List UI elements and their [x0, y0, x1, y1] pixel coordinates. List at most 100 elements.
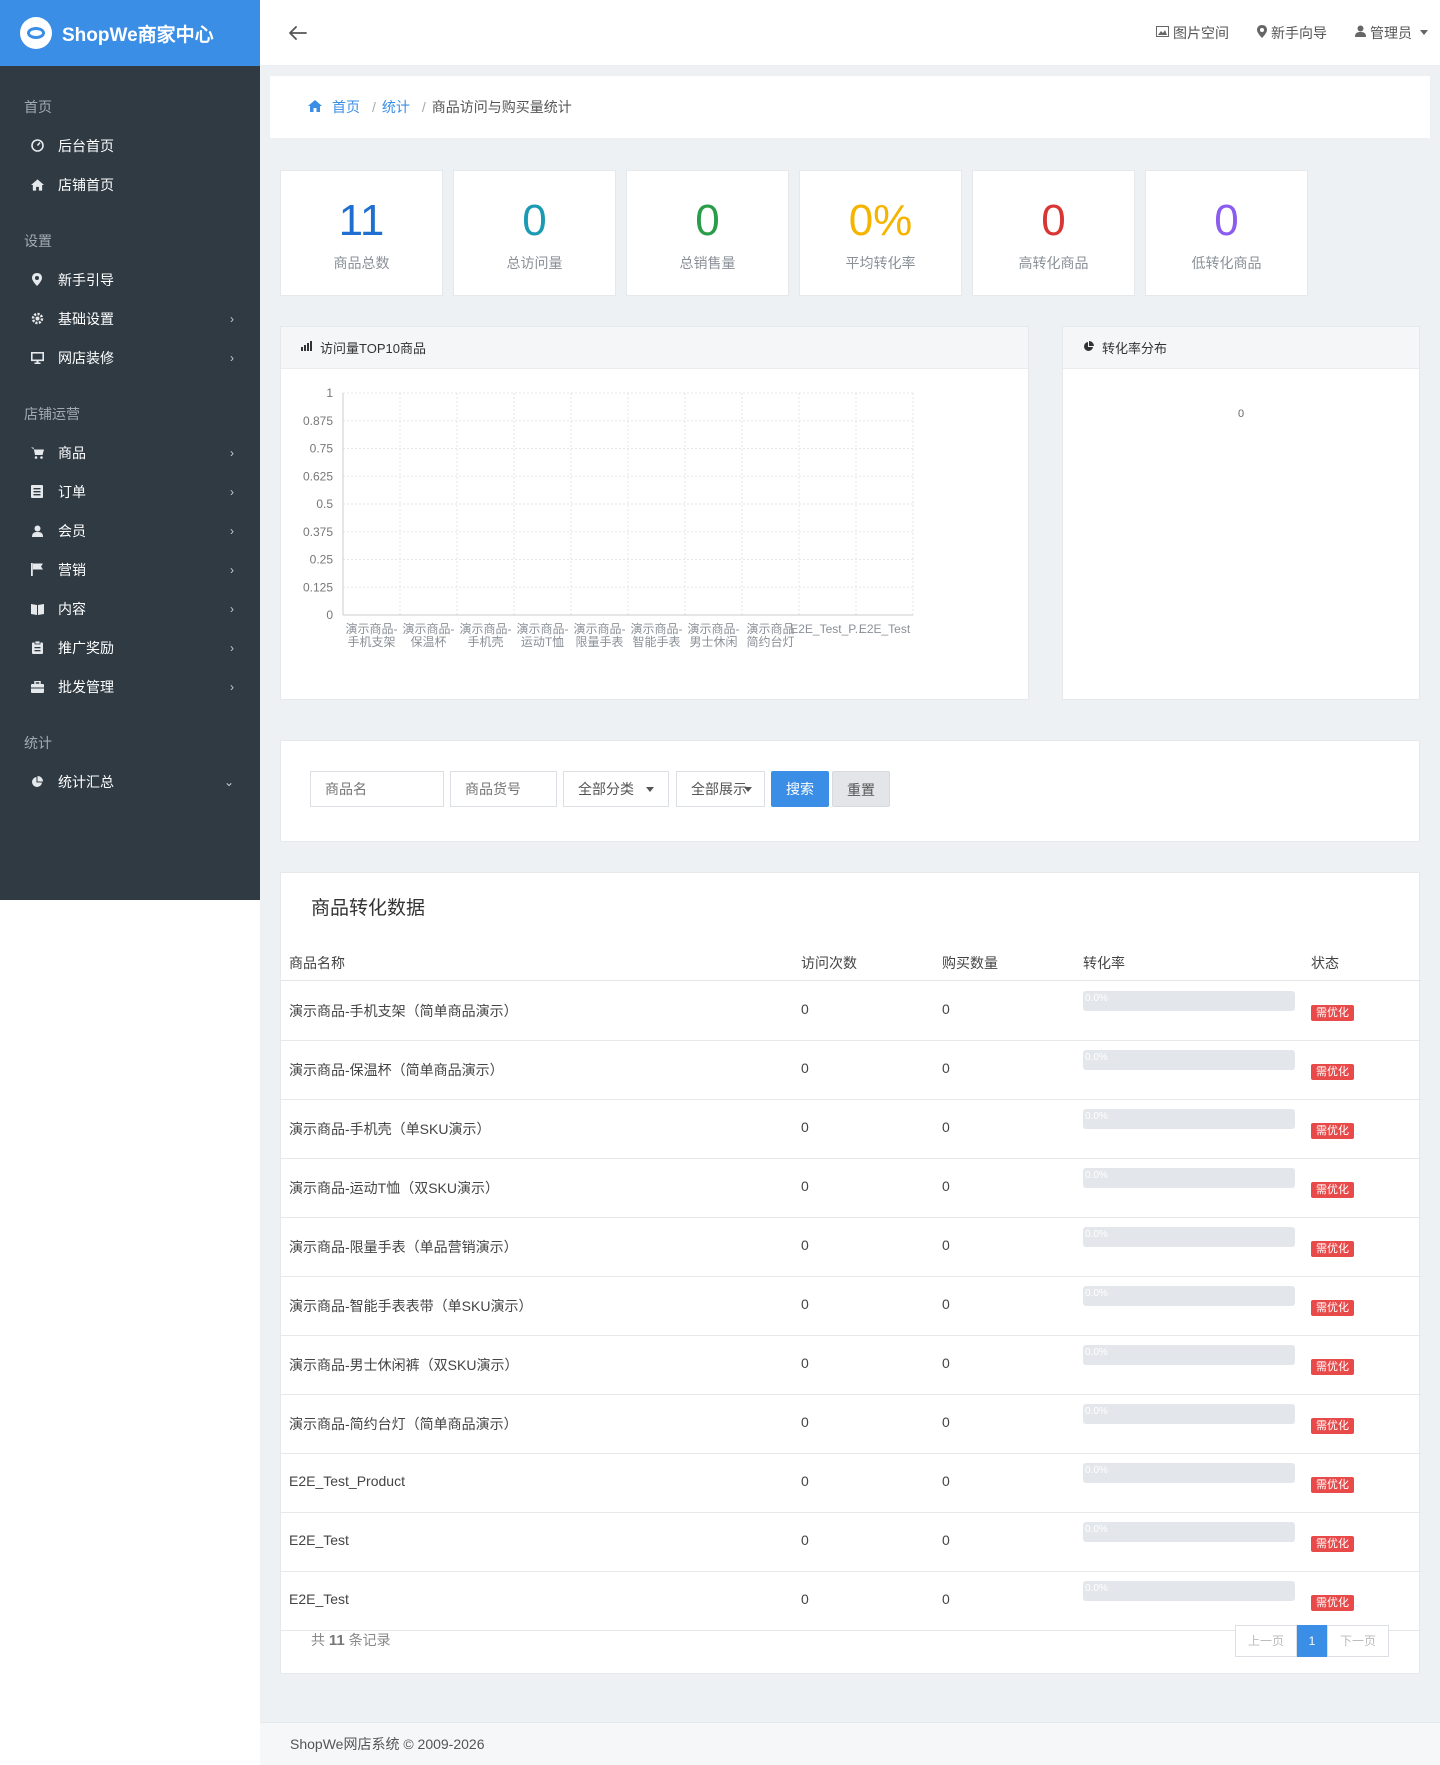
sidebar-item[interactable]: 商品 ›	[0, 433, 260, 472]
x-tick-label: 演示商品-	[460, 621, 512, 636]
admin-menu[interactable]: 管理员	[1355, 23, 1428, 43]
header-purchases[interactable]: 购买数量	[942, 953, 998, 973]
purchases-cell: 0	[942, 1532, 950, 1548]
list-icon	[30, 485, 44, 499]
sidebar-item[interactable]: 后台首页	[0, 126, 260, 165]
pie-chart-icon	[30, 775, 44, 789]
nav-group: 店铺运营 商品 › 订单 › 会员 › 营销 › 内容 › 推广奖励 › 批发管理 ›	[0, 403, 260, 706]
x-tick-label: E2E_Test_P...	[790, 622, 865, 636]
sidebar-item[interactable]: 店铺首页	[0, 165, 260, 204]
product-name-cell: 演示商品-简约台灯（简单商品演示）	[289, 1416, 518, 1432]
sidebar-item[interactable]: 订单 ›	[0, 472, 260, 511]
header-visits[interactable]: 访问次数	[801, 953, 857, 973]
pie-chart-icon	[1083, 340, 1094, 355]
y-tick-label: 1	[326, 386, 333, 400]
map-pin-icon	[1257, 24, 1267, 41]
header-status[interactable]: 状态	[1311, 953, 1339, 973]
sidebar-item-label: 新手引导	[58, 271, 114, 288]
product-sku-input[interactable]	[450, 771, 557, 807]
main-content: 首页 / 统计 / 商品访问与购买量统计 11 商品总数 0 总访问量 0 总销售量 0% 平…	[260, 66, 1440, 1765]
chevron-down-icon	[646, 787, 654, 792]
visits-cell: 0	[801, 1355, 809, 1371]
category-select[interactable]: 全部分类	[563, 771, 669, 807]
stat-value: 11	[338, 196, 385, 245]
chevron-right-icon: ›	[230, 484, 234, 499]
nav-group: 首页 后台首页 店铺首页	[0, 96, 260, 204]
table-row: 演示商品-简约台灯（简单商品演示） 0 0 0.0% 需优化	[281, 1395, 1421, 1454]
visits-panel-header: 访问量TOP10商品	[281, 327, 1028, 369]
total-suffix: 条记录	[348, 1632, 391, 1648]
sidebar-item-label: 统计汇总	[58, 773, 114, 790]
sidebar-item[interactable]: 推广奖励 ›	[0, 628, 260, 667]
status-badge: 需优化	[1311, 1123, 1354, 1139]
prev-page-button[interactable]: 上一页	[1235, 1625, 1297, 1657]
search-button[interactable]: 搜索	[771, 771, 829, 807]
header-product-name[interactable]: 商品名称	[289, 953, 345, 973]
x-tick-label: 智能手表	[632, 634, 680, 649]
sidebar-item[interactable]: 网店装修 ›	[0, 338, 260, 377]
nav-group: 设置 新手引导 基础设置 › 网店装修 ›	[0, 230, 260, 377]
stat-value: 0	[1214, 196, 1239, 245]
next-page-button[interactable]: 下一页	[1327, 1625, 1389, 1657]
table-row: 演示商品-手机壳（单SKU演示） 0 0 0.0% 需优化	[281, 1100, 1421, 1159]
chevron-down-icon	[1420, 30, 1428, 35]
purchases-cell: 0	[942, 1001, 950, 1017]
user-icon	[1355, 25, 1366, 40]
table-header: 商品名称 访问次数 购买数量 转化率 状态	[281, 943, 1421, 981]
stat-label: 高转化商品	[1018, 255, 1089, 271]
sidebar-item[interactable]: 新手引导	[0, 260, 260, 299]
conversion-rate-text: 0.0%	[1085, 1583, 1108, 1594]
top-actions: 图片空间 新手向导 管理员	[1128, 23, 1440, 43]
image-space-link[interactable]: 图片空间	[1156, 23, 1229, 43]
header-conversion-rate[interactable]: 转化率	[1083, 953, 1125, 973]
user-icon	[30, 524, 44, 538]
status-badge: 需优化	[1311, 1064, 1354, 1080]
x-tick-label: 演示商品	[746, 621, 794, 636]
stat-label: 低转化商品	[1191, 255, 1262, 271]
page-1-button[interactable]: 1	[1297, 1625, 1327, 1657]
stat-card: 0 高转化商品	[972, 170, 1135, 296]
breadcrumb-separator: /	[372, 99, 376, 115]
display-select[interactable]: 全部展示	[676, 771, 765, 807]
sidebar-item[interactable]: 基础设置 ›	[0, 299, 260, 338]
sidebar-item[interactable]: 营销 ›	[0, 550, 260, 589]
sidebar-item[interactable]: 会员 ›	[0, 511, 260, 550]
monitor-icon	[30, 351, 44, 365]
reset-button[interactable]: 重置	[832, 771, 890, 807]
sidebar-item[interactable]: 批发管理 ›	[0, 667, 260, 706]
status-badge: 需优化	[1311, 1595, 1354, 1611]
sidebar-item[interactable]: 统计汇总 ⌄	[0, 762, 260, 801]
product-name-input[interactable]	[310, 771, 444, 807]
x-tick-label: 运动T恤	[521, 635, 564, 649]
sidebar-item[interactable]: 内容 ›	[0, 589, 260, 628]
conversion-rate-text: 0.0%	[1085, 1288, 1108, 1299]
x-tick-label: 演示商品-	[631, 621, 683, 636]
breadcrumb-home[interactable]: 首页	[332, 97, 360, 117]
guide-link[interactable]: 新手向导	[1257, 23, 1327, 43]
visits-cell: 0	[801, 1473, 809, 1489]
sidebar-item-label: 网店装修	[58, 349, 114, 366]
table-row: 演示商品-运动T恤（双SKU演示） 0 0 0.0% 需优化	[281, 1159, 1421, 1218]
home-icon	[30, 178, 44, 192]
image-space-label: 图片空间	[1173, 24, 1229, 41]
x-tick-label: 简约台灯	[746, 634, 794, 649]
chevron-right-icon: ›	[230, 601, 234, 616]
conversion-progress-bar: 0.0%	[1083, 1463, 1295, 1483]
nav-group-heading: 统计	[24, 735, 52, 751]
purchases-cell: 0	[942, 1355, 950, 1371]
y-tick-label: 0.75	[310, 442, 334, 456]
conversion-progress-bar: 0.0%	[1083, 1286, 1295, 1306]
conversion-progress-bar: 0.0%	[1083, 1050, 1295, 1070]
product-name-cell: 演示商品-手机支架（简单商品演示）	[289, 1003, 518, 1019]
conversion-table-panel: 商品转化数据 商品名称 访问次数 购买数量 转化率 状态 演示商品-手机支架（简…	[280, 872, 1421, 1674]
stat-card: 0 总访问量	[453, 170, 616, 296]
brand-bar[interactable]: ShopWe商家中心	[0, 0, 260, 66]
status-badge: 需优化	[1311, 1359, 1354, 1375]
breadcrumb-stats[interactable]: 统计	[382, 97, 410, 117]
back-arrow-icon[interactable]	[288, 23, 308, 43]
visits-cell: 0	[801, 1532, 809, 1548]
stat-value: 0	[522, 196, 547, 245]
stat-card: 0% 平均转化率	[799, 170, 962, 296]
sidebar-item-label: 订单	[58, 483, 86, 500]
stat-card: 11 商品总数	[280, 170, 443, 296]
